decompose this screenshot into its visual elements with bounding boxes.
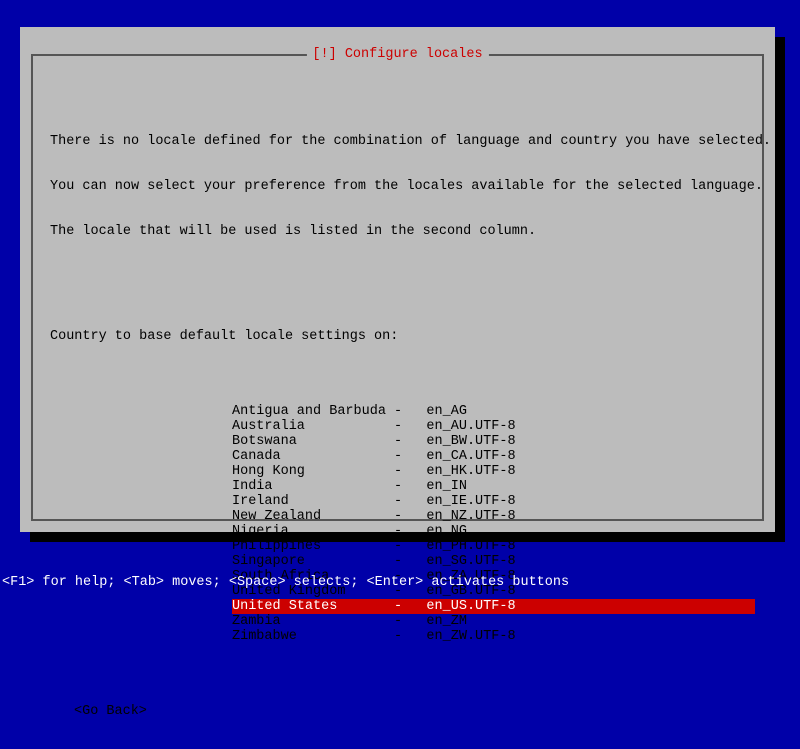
description-line: The locale that will be used is listed i… [50, 224, 755, 239]
locale-option[interactable]: Nigeria - en_NG [232, 524, 755, 539]
go-back-button[interactable]: <Go Back> [74, 704, 755, 719]
configure-locales-dialog: [!] Configure locales There is no locale… [20, 27, 775, 532]
locale-option[interactable]: United States - en_US.UTF-8 [232, 599, 755, 614]
locale-option[interactable]: Canada - en_CA.UTF-8 [232, 449, 755, 464]
locale-option[interactable]: India - en_IN [232, 479, 755, 494]
locale-option[interactable]: Australia - en_AU.UTF-8 [232, 419, 755, 434]
locale-option[interactable]: Antigua and Barbuda - en_AG [232, 404, 755, 419]
locale-option[interactable]: Zimbabwe - en_ZW.UTF-8 [232, 629, 755, 644]
description-line: There is no locale defined for the combi… [50, 134, 755, 149]
locale-option[interactable]: Philippines - en_PH.UTF-8 [232, 539, 755, 554]
description-line: You can now select your preference from … [50, 179, 755, 194]
dialog-prompt: Country to base default locale settings … [50, 329, 755, 344]
dialog-title: [!] Configure locales [306, 47, 488, 62]
locale-option[interactable]: Singapore - en_SG.UTF-8 [232, 554, 755, 569]
dialog-description: There is no locale defined for the combi… [50, 104, 755, 269]
dialog-content: There is no locale defined for the combi… [50, 74, 755, 749]
locale-option[interactable]: New Zealand - en_NZ.UTF-8 [232, 509, 755, 524]
footer-hint: <F1> for help; <Tab> moves; <Space> sele… [2, 575, 569, 590]
locale-option[interactable]: Hong Kong - en_HK.UTF-8 [232, 464, 755, 479]
locale-option[interactable]: Ireland - en_IE.UTF-8 [232, 494, 755, 509]
locale-option[interactable]: Botswana - en_BW.UTF-8 [232, 434, 755, 449]
locale-list[interactable]: Antigua and Barbuda - en_AGAustralia - e… [232, 404, 755, 644]
locale-option[interactable]: Zambia - en_ZM [232, 614, 755, 629]
